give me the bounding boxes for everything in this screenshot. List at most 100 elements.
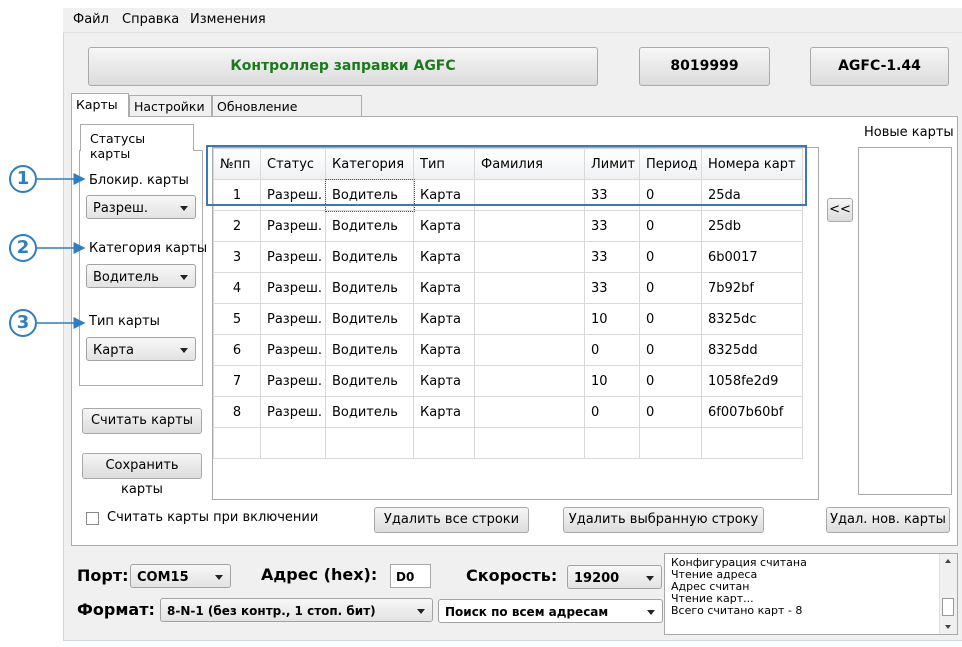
table-cell[interactable]: 25db [701,210,803,242]
speed-select[interactable]: 19200 [567,565,662,589]
table-cell[interactable]: Карта [413,334,475,366]
delete-new-cards-button[interactable]: Удал. нов. карты [826,507,950,533]
table-cell[interactable]: Водитель [325,210,414,242]
port-value: COM15 [137,570,189,585]
table-cell[interactable]: 0 [639,303,702,335]
table-cell[interactable]: Разреш. [260,272,326,304]
table-cell[interactable] [474,427,585,459]
table-cell[interactable]: 10 [584,365,640,397]
table-cell[interactable]: Водитель [325,365,414,397]
table-cell[interactable]: 7 [213,365,261,397]
speed-value: 19200 [574,571,620,586]
table-row[interactable]: 3 Разреш. Водитель Карта 33 0 6b0017 [213,241,803,273]
table-cell[interactable]: 8 [213,396,261,428]
table-row-empty[interactable] [213,427,803,459]
new-cards-list[interactable] [858,147,952,495]
table-cell[interactable]: Карта [413,241,475,273]
port-select[interactable]: COM15 [130,564,231,588]
table-cell[interactable]: 7b92bf [701,272,803,304]
address-input[interactable]: D0 [390,564,431,588]
table-cell[interactable]: Карта [413,272,475,304]
chevron-down-icon [417,609,425,614]
table-cell[interactable] [584,427,640,459]
table-row[interactable]: 8 Разреш. Водитель Карта 0 0 6f007b60bf [213,396,803,428]
table-row[interactable]: 6 Разреш. Водитель Карта 0 0 8325dd [213,334,803,366]
table-cell[interactable]: 3 [213,241,261,273]
read-on-start-checkbox[interactable] [86,512,99,525]
tab-cards[interactable]: Карты [71,93,129,117]
table-cell[interactable]: Водитель [325,272,414,304]
table-cell[interactable]: Разреш. [260,396,326,428]
format-label: Формат: [77,600,155,619]
table-cell[interactable]: 6 [213,334,261,366]
table-cell[interactable]: Разреш. [260,303,326,335]
table-cell[interactable] [474,241,585,273]
table-cell[interactable]: Водитель [325,241,414,273]
scroll-thumb[interactable] [942,598,954,616]
table-cell[interactable]: Карта [413,210,475,242]
table-cell[interactable]: 0 [639,396,702,428]
table-cell[interactable]: Водитель [325,334,414,366]
table-cell[interactable]: Разреш. [260,241,326,273]
table-cell[interactable] [474,396,585,428]
search-mode-select[interactable]: Поиск по всем адресам [438,599,663,623]
table-row[interactable]: 4 Разреш. Водитель Карта 33 0 7b92bf [213,272,803,304]
table-cell[interactable]: 0 [639,210,702,242]
table-cell[interactable]: 0 [639,241,702,273]
table-cell[interactable] [474,365,585,397]
scroll-down-icon[interactable] [945,625,951,629]
table-cell[interactable]: Водитель [325,303,414,335]
table-cell[interactable]: 0 [639,272,702,304]
table-cell[interactable] [413,427,475,459]
table-cell[interactable] [213,427,261,459]
table-cell[interactable] [474,334,585,366]
new-cards-label: Новые карты [864,125,954,140]
table-cell[interactable]: Разреш. [260,210,326,242]
move-to-table-button[interactable]: << [827,198,853,222]
table-cell[interactable] [260,427,326,459]
table-cell[interactable]: 4 [213,272,261,304]
table-cell[interactable] [701,427,803,459]
table-cell[interactable] [639,427,702,459]
table-cell[interactable]: 0 [584,334,640,366]
scroll-up-icon[interactable] [945,559,951,563]
table-row[interactable]: 7 Разреш. Водитель Карта 10 0 1058fe2d9 [213,365,803,397]
table-cell[interactable] [474,272,585,304]
table-cell[interactable]: Карта [413,303,475,335]
subtab-card-statuses[interactable]: Статусы карты [80,124,194,161]
table-cell[interactable]: 8325dc [701,303,803,335]
status-log[interactable]: Конфигурация считана Чтение адреса Адрес… [664,553,958,635]
table-cell[interactable]: 0 [639,334,702,366]
table-cell[interactable] [474,303,585,335]
format-value: 8-N-1 (без контр., 1 стоп. бит) [167,604,376,618]
table-cell[interactable]: Разреш. [260,334,326,366]
delete-selected-row-button[interactable]: Удалить выбранную строку [563,507,764,533]
search-mode-value: Поиск по всем адресам [445,605,609,619]
table-cell[interactable] [325,427,414,459]
table-cell[interactable]: 0 [584,396,640,428]
table-row[interactable]: 5 Разреш. Водитель Карта 10 0 8325dc [213,303,803,335]
table-cell[interactable]: Водитель [325,396,414,428]
table-cell[interactable]: 33 [584,210,640,242]
speed-label: Скорость: [466,566,558,585]
table-cell[interactable]: 33 [584,272,640,304]
table-cell[interactable] [474,210,585,242]
table-row[interactable]: 2 Разреш. Водитель Карта 33 0 25db [213,210,803,242]
chevron-down-icon [215,575,223,580]
address-label: Адрес (hex): [261,565,378,584]
table-cell[interactable]: 2 [213,210,261,242]
table-cell[interactable]: 5 [213,303,261,335]
table-cell[interactable]: 8325dd [701,334,803,366]
table-cell[interactable]: 6b0017 [701,241,803,273]
format-select[interactable]: 8-N-1 (без контр., 1 стоп. бит) [160,598,433,622]
table-cell[interactable]: 10 [584,303,640,335]
table-cell[interactable]: 33 [584,241,640,273]
log-scrollbar[interactable] [939,554,957,634]
table-cell[interactable]: 0 [639,365,702,397]
table-cell[interactable]: Разреш. [260,365,326,397]
table-cell[interactable]: 1058fe2d9 [701,365,803,397]
table-cell[interactable]: Карта [413,365,475,397]
table-cell[interactable]: Карта [413,396,475,428]
delete-all-rows-button[interactable]: Удалить все строки [374,507,529,533]
table-cell[interactable]: 6f007b60bf [701,396,803,428]
